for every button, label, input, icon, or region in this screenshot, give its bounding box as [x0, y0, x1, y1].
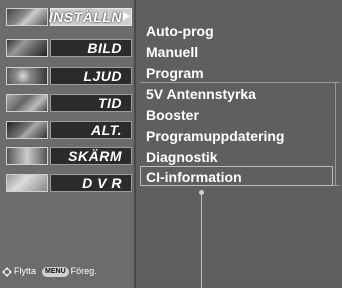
submenu-arrow-icon — [123, 12, 130, 20]
dvr-thumbnail-icon — [6, 174, 48, 192]
menu-item-label: LJUD — [83, 68, 122, 84]
tv-setup-menu: INSTÄLLN BILD LJUD TID ALT. SKÄRM D V R … — [0, 0, 342, 288]
menu-item-label: SKÄRM — [68, 148, 122, 164]
move-arrows-icon — [2, 266, 12, 277]
menu-item-label: BILD — [87, 40, 122, 56]
menu-key-badge: MENU — [42, 266, 69, 277]
tid-thumbnail-icon — [6, 94, 48, 112]
submenu-item-ci-information[interactable]: CI-information — [146, 169, 242, 185]
main-menu: INSTÄLLN BILD LJUD TID ALT. SKÄRM D V R … — [0, 0, 134, 288]
menu-item-installn[interactable]: INSTÄLLN — [4, 6, 132, 28]
menu-item-alt[interactable]: ALT. — [4, 119, 132, 141]
menu-item-label: TID — [97, 95, 122, 111]
submenu-item-booster[interactable]: Booster — [146, 107, 199, 123]
submenu-panel: Auto-prog Manuell Program 5V Antennstyrk… — [136, 0, 342, 288]
menu-item-ljud[interactable]: LJUD — [4, 65, 132, 87]
submenu-item-antennstyrka[interactable]: 5V Antennstyrka — [146, 86, 256, 102]
back-hint-label: Föreg. — [70, 266, 97, 276]
installn-thumbnail-icon — [6, 8, 48, 26]
bild-thumbnail-icon — [6, 39, 48, 57]
submenu-item-auto-prog[interactable]: Auto-prog — [146, 23, 214, 39]
menu-item-label: D V R — [82, 175, 122, 191]
selection-pointer-line — [201, 195, 202, 288]
submenu-item-diagnostik[interactable]: Diagnostik — [146, 149, 218, 165]
submenu-group-bracket-side — [335, 82, 336, 186]
alt-thumbnail-icon — [6, 121, 48, 139]
ljud-thumbnail-icon — [6, 67, 48, 85]
menu-item-bild[interactable]: BILD — [4, 37, 132, 59]
skarm-thumbnail-icon — [6, 147, 48, 165]
move-hint-label: Flytta — [14, 266, 37, 276]
submenu-item-manuell[interactable]: Manuell — [146, 44, 198, 60]
menu-item-label: ALT. — [90, 122, 122, 138]
menu-item-dvr[interactable]: D V R — [4, 172, 132, 194]
menu-item-label: INSTÄLLN — [48, 9, 122, 25]
submenu-item-program[interactable]: Program — [146, 65, 204, 81]
submenu-item-programuppdatering[interactable]: Programuppdatering — [146, 128, 284, 144]
menu-item-tid[interactable]: TID — [4, 92, 132, 114]
footer-hints: Flytta MENU Föreg. — [2, 263, 134, 279]
menu-item-skarm[interactable]: SKÄRM — [4, 145, 132, 167]
